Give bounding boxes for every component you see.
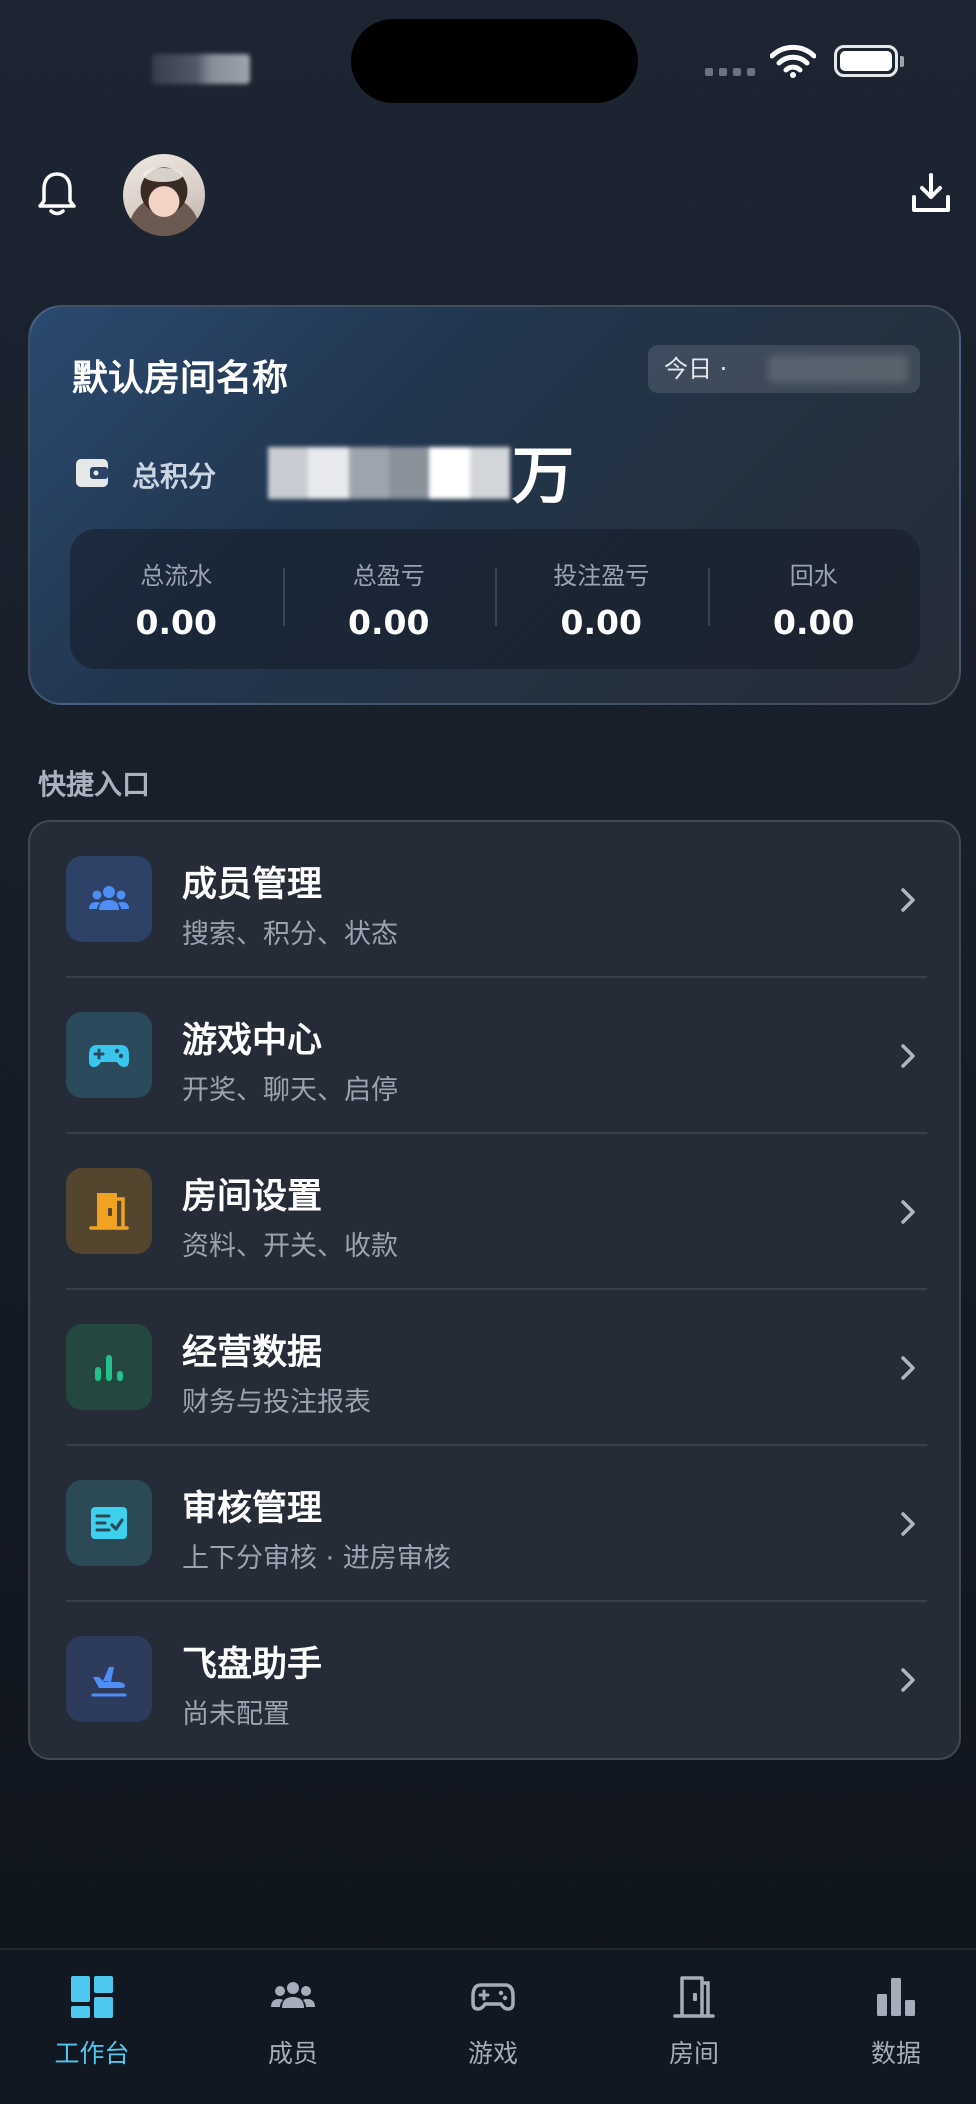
tab-label: 成员	[267, 2039, 318, 2068]
item-title: 房间设置	[182, 1177, 323, 1217]
quick-item-frisbee-assistant[interactable]: 飞盘助手 尚未配置	[30, 1602, 963, 1758]
item-title: 审核管理	[182, 1489, 323, 1529]
item-subtitle: 开奖、聊天、启停	[182, 1075, 398, 1106]
quick-item-member-management[interactable]: 成员管理 搜索、积分、状态	[30, 822, 963, 978]
download-icon[interactable]	[910, 172, 952, 214]
chevron-right-icon	[901, 1512, 915, 1536]
date-value-blurred	[768, 355, 908, 383]
battery-icon	[834, 45, 904, 77]
bar-chart-icon	[95, 1355, 123, 1381]
stat-value: 0.00	[560, 603, 642, 642]
chevron-right-icon	[901, 1668, 915, 1692]
summary-card: 默认房间名称 今日 · 总积分 万 总流水 0.00 总盈亏 0.00 投注盈亏…	[28, 305, 961, 705]
tab-label: 工作台	[54, 2039, 130, 2068]
stat-label: 投注盈亏	[553, 562, 650, 590]
chevron-right-icon	[901, 1044, 915, 1068]
stat-total-turnover: 总流水 0.00	[70, 556, 283, 642]
stat-rebate: 回水 0.00	[707, 556, 921, 642]
tab-games[interactable]: 游戏	[403, 1974, 583, 2070]
chevron-right-icon	[901, 1356, 915, 1380]
stat-label: 总流水	[140, 562, 213, 590]
room-name: 默认房间名称	[72, 358, 289, 399]
item-subtitle: 财务与投注报表	[182, 1387, 371, 1418]
stat-total-profit: 总盈亏 0.00	[282, 556, 496, 642]
item-subtitle: 尚未配置	[182, 1699, 290, 1730]
item-subtitle: 搜索、积分、状态	[182, 919, 398, 950]
quick-entry-title: 快捷入口	[38, 768, 151, 801]
wallet-icon	[76, 459, 108, 487]
tab-data[interactable]: 数据	[806, 1974, 976, 2070]
dashboard-icon	[71, 1976, 113, 2018]
tab-dashboard[interactable]: 工作台	[2, 1974, 182, 2070]
item-subtitle: 上下分审核 · 进房审核	[182, 1543, 451, 1574]
item-icon-box	[66, 1012, 152, 1098]
door-icon	[89, 1193, 129, 1230]
points-unit: 万	[512, 439, 575, 512]
chevron-right-icon	[901, 888, 915, 912]
date-label: 今日 ·	[664, 355, 728, 383]
stat-bet-profit: 投注盈亏 0.00	[495, 556, 708, 642]
status-bar	[0, 0, 976, 130]
tab-label: 房间	[668, 2039, 719, 2068]
quick-entry-list: 成员管理 搜索、积分、状态 游戏中心 开奖、聊天、启停 房间设置 资料、开关、收…	[28, 820, 961, 1760]
dynamic-island	[351, 19, 638, 103]
item-subtitle: 资料、开关、收款	[182, 1231, 398, 1262]
item-title: 飞盘助手	[182, 1645, 323, 1685]
tab-rooms[interactable]: 房间	[604, 1974, 784, 2070]
stat-value: 0.00	[348, 603, 430, 642]
stat-label: 回水	[789, 562, 838, 590]
stat-value: 0.00	[773, 603, 855, 642]
stats-panel: 总流水 0.00 总盈亏 0.00 投注盈亏 0.00 回水 0.00	[70, 529, 920, 669]
stat-label: 总盈亏	[352, 562, 425, 590]
tab-label: 数据	[870, 2039, 921, 2068]
bar-chart-icon	[877, 1978, 915, 2016]
item-title: 经营数据	[182, 1333, 323, 1373]
bottom-tab-bar: 工作台 成员 游戏 房间 数据	[0, 1948, 976, 2104]
date-filter-pill[interactable]: 今日 ·	[648, 345, 920, 393]
item-icon-box	[66, 1168, 152, 1254]
avatar[interactable]	[123, 154, 205, 236]
quick-item-business-data[interactable]: 经营数据 财务与投注报表	[30, 1290, 963, 1446]
bell-icon[interactable]	[36, 170, 78, 218]
checklist-icon	[91, 1507, 127, 1539]
tab-label: 游戏	[467, 2039, 518, 2068]
total-points-label: 总积分	[132, 460, 217, 493]
item-icon-box	[66, 856, 152, 942]
status-time-blurred	[152, 54, 250, 84]
door-icon	[673, 1976, 715, 2018]
quick-item-room-settings[interactable]: 房间设置 资料、开关、收款	[30, 1134, 963, 1290]
gamepad-icon	[89, 1045, 129, 1067]
gamepad-icon	[471, 1983, 515, 2011]
chevron-right-icon	[901, 1200, 915, 1224]
item-icon-box	[66, 1324, 152, 1410]
total-points-value-blurred	[268, 447, 510, 499]
item-title: 游戏中心	[182, 1021, 323, 1061]
members-icon	[271, 1982, 315, 2008]
item-icon-box	[66, 1636, 152, 1722]
wifi-icon	[770, 44, 816, 78]
members-icon	[89, 886, 129, 910]
cellular-signal-icon	[705, 68, 755, 76]
item-icon-box	[66, 1480, 152, 1566]
quick-item-review-management[interactable]: 审核管理 上下分审核 · 进房审核	[30, 1446, 963, 1602]
tab-members[interactable]: 成员	[203, 1974, 383, 2070]
item-title: 成员管理	[182, 865, 323, 905]
plane-icon	[91, 1667, 127, 1697]
stat-value: 0.00	[135, 603, 217, 642]
quick-item-game-center[interactable]: 游戏中心 开奖、聊天、启停	[30, 978, 963, 1134]
